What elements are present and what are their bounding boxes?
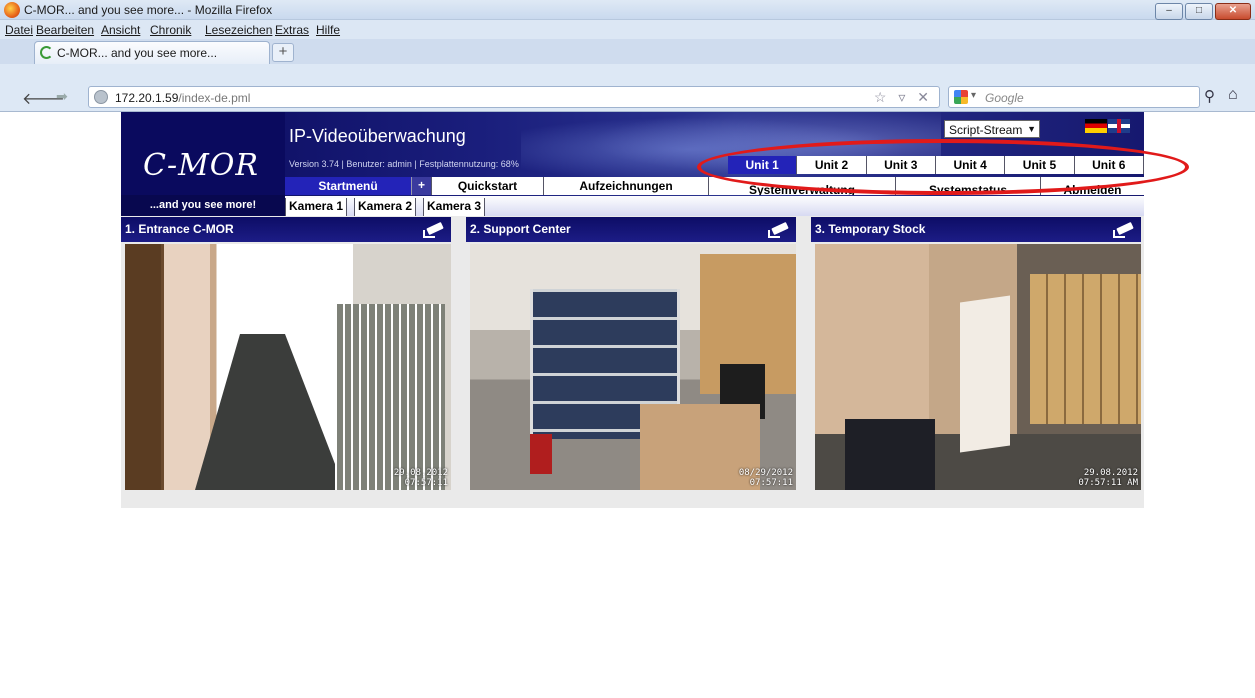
camera-icon[interactable]: [423, 221, 445, 238]
menu-quickstart[interactable]: Quickstart: [432, 177, 544, 195]
firefox-logo-icon: [4, 2, 20, 18]
camera-panel-1: 1. Entrance C-MOR 29.08.2012 07:57:11: [121, 217, 451, 490]
camera-timestamp: 08/29/2012 07:57:11: [739, 468, 793, 488]
stamp-time: 07:57:11 AM: [1078, 478, 1138, 488]
camera-tab-1[interactable]: Kamera 1: [285, 198, 348, 216]
url-host: 172.20.1.59: [115, 91, 179, 105]
window-titlebar: C-MOR... and you see more... - Mozilla F…: [0, 0, 1255, 20]
navigation-toolbar: 🡐 ➡ 172.20.1.59/index-de.pml ☆ ▿ ✕ ▾ Goo…: [0, 64, 1255, 112]
new-tab-button[interactable]: +: [272, 43, 294, 62]
browser-tab-active[interactable]: C-MOR... and you see more...: [34, 41, 270, 64]
camera-timestamp: 29.08.2012 07:57:11 AM: [1078, 468, 1138, 488]
expand-plus-icon[interactable]: +: [411, 177, 431, 195]
camera-panel-2: 2. Support Center 08/29/2012 07:57:11: [466, 217, 796, 490]
menu-ansicht[interactable]: Ansicht: [101, 23, 140, 37]
camera-feed-image[interactable]: 08/29/2012 07:57:11: [470, 244, 796, 490]
menu-bearbeiten[interactable]: Bearbeiten: [36, 23, 94, 37]
version-info: Version 3.74 | Benutzer: admin | Festpla…: [289, 159, 519, 169]
stamp-time: 07:57:11: [404, 478, 448, 488]
minimize-button[interactable]: –: [1155, 3, 1183, 20]
menu-lesezeichen[interactable]: Lesezeichen: [205, 23, 272, 37]
search-bar[interactable]: ▾ Google: [948, 86, 1200, 108]
uk-flag-icon[interactable]: [1108, 119, 1130, 133]
german-flag-icon[interactable]: [1085, 119, 1107, 133]
menu-bar: Datei Bearbeiten Ansicht Chronik Lesezei…: [0, 20, 1255, 39]
logo-text: C-MOR: [143, 148, 259, 183]
tab-bar: C-MOR... and you see more... +: [0, 39, 1255, 64]
cmor-logo[interactable]: C-MOR ...and you see more!: [121, 112, 285, 216]
highlight-annotation: [697, 139, 1189, 195]
menu-aufzeichnungen[interactable]: Aufzeichnungen: [544, 177, 709, 195]
engine-dropdown-arrow-icon[interactable]: ▾: [971, 90, 976, 101]
menu-datei[interactable]: Datei: [5, 23, 33, 37]
camera-tab-2[interactable]: Kamera 2: [354, 198, 417, 216]
camera-header: 2. Support Center: [466, 217, 796, 242]
camera-tabs: Kamera 1 Kamera 2 Kamera 3: [285, 196, 1144, 216]
stamp-date: 29.08.2012: [1083, 468, 1138, 478]
camera-icon[interactable]: [1113, 221, 1135, 238]
forward-arrow-icon[interactable]: ➡: [56, 88, 68, 105]
address-bar[interactable]: 172.20.1.59/index-de.pml ☆ ▿ ✕: [88, 86, 940, 108]
close-window-button[interactable]: ✕: [1215, 3, 1251, 20]
camera-feed-image[interactable]: 29.08.2012 07:57:11 AM: [815, 244, 1141, 490]
camera-feed-image[interactable]: 29.08.2012 07:57:11: [125, 244, 451, 490]
camera-header: 1. Entrance C-MOR: [121, 217, 451, 242]
camera-header: 3. Temporary Stock: [811, 217, 1141, 242]
chevron-down-icon: ▼: [1027, 124, 1036, 134]
search-input[interactable]: Google: [985, 91, 1024, 105]
stamp-date: 08/29/2012: [738, 468, 793, 478]
camera-title: 3. Temporary Stock: [815, 222, 926, 236]
menu-startmenu[interactable]: Startmenü +: [285, 177, 432, 195]
camera-icon[interactable]: [768, 221, 790, 238]
search-icon[interactable]: ⚲: [1204, 87, 1215, 105]
stamp-date: 29.08.2012: [393, 468, 448, 478]
url-path: /index-de.pml: [178, 91, 251, 105]
camera-tab-3[interactable]: Kamera 3: [423, 198, 486, 216]
bookmark-star-icon[interactable]: ☆ ▿ ✕: [874, 89, 933, 106]
stamp-time: 07:57:11: [749, 478, 793, 488]
stream-mode-value: Script-Stream: [949, 123, 1023, 137]
camera-title: 2. Support Center: [470, 222, 571, 236]
camera-panel-3: 3. Temporary Stock 29.08.2012 07:57:11 A…: [811, 217, 1141, 490]
google-engine-icon[interactable]: [954, 90, 968, 104]
menu-hilfe[interactable]: Hilfe: [316, 23, 340, 37]
logo-tagline: ...and you see more!: [121, 195, 285, 216]
app-title: IP-Videoüberwachung: [289, 126, 466, 146]
menu-startmenu-label: Startmenü: [318, 179, 378, 193]
window-title: C-MOR... and you see more... - Mozilla F…: [24, 3, 273, 17]
tab-label: C-MOR... and you see more...: [57, 46, 218, 60]
menu-chronik[interactable]: Chronik: [150, 23, 191, 37]
menu-extras[interactable]: Extras: [275, 23, 309, 37]
home-icon[interactable]: ⌂: [1228, 86, 1238, 104]
site-identity-icon[interactable]: [94, 90, 108, 104]
stream-mode-select[interactable]: Script-Stream ▼: [944, 120, 1040, 138]
url-text: 172.20.1.59/index-de.pml: [115, 91, 250, 105]
camera-timestamp: 29.08.2012 07:57:11: [394, 468, 448, 488]
loading-throbber-icon: [40, 46, 53, 59]
maximize-button[interactable]: □: [1185, 3, 1213, 20]
camera-title: 1. Entrance C-MOR: [125, 222, 234, 236]
